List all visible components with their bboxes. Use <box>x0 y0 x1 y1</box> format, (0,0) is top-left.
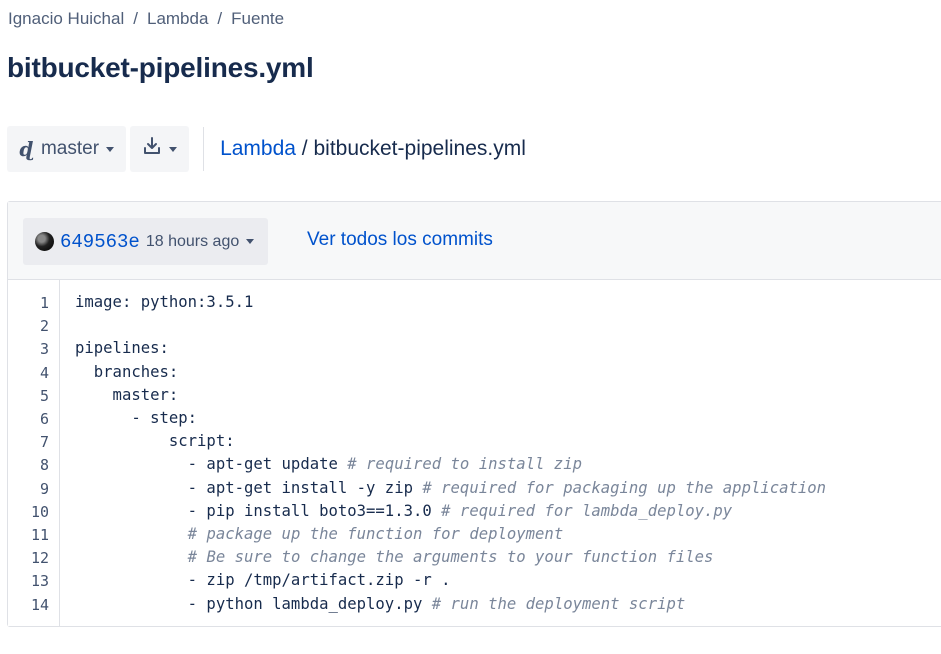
chevron-down-icon <box>169 146 178 152</box>
line-number[interactable]: 6 <box>40 410 49 428</box>
download-button[interactable] <box>130 126 190 172</box>
chevron-down-icon <box>246 239 255 244</box>
code-text: script: <box>75 432 235 451</box>
branch-label: master <box>40 138 100 159</box>
code-text: - zip /tmp/artifact.zip -r . <box>75 571 451 590</box>
code-comment: # required for packaging up the applicat… <box>422 478 827 497</box>
breadcrumb-repo[interactable]: Lambda <box>147 9 208 28</box>
file-path: Lambda / bitbucket-pipelines.yml <box>220 137 526 161</box>
page-title: bitbucket-pipelines.yml <box>7 52 314 83</box>
code-line: image: python:3.5.1 <box>75 293 253 311</box>
breadcrumb-source[interactable]: Fuente <box>231 9 284 28</box>
code-text: - apt-get update <box>75 455 348 474</box>
code-comment: # required to install zip <box>347 455 582 474</box>
code-line: - apt-get update # required to install z… <box>75 455 582 473</box>
file-toolbar: ɖ master Lambda / bitbucket-pipelines.ym… <box>7 126 526 172</box>
code-line: # Be sure to change the arguments to you… <box>75 548 714 567</box>
toolbar-divider <box>203 127 205 171</box>
view-all-commits-link[interactable]: Ver todos los commits <box>307 229 493 251</box>
line-number[interactable]: 12 <box>31 549 49 567</box>
code-text: - step: <box>75 409 198 427</box>
file-path-filename: bitbucket-pipelines.yml <box>313 137 526 160</box>
code-line: branches: <box>75 362 179 381</box>
code-view: 1 2 3 4 5 6 7 8 9 10 11 12 13 14 image: python:3.5.1 p… <box>8 280 941 626</box>
code-line: - python lambda_deploy.py # run the depl… <box>75 594 686 613</box>
file-viewer-panel: 649563e 18 hours ago Ver todos los commi… <box>7 201 941 627</box>
line-number[interactable]: 7 <box>40 433 49 451</box>
code-line: - pip install boto3==1.3.0 # required fo… <box>75 501 733 520</box>
line-number[interactable]: 2 <box>40 317 49 335</box>
code-text: branches: <box>75 362 179 381</box>
breadcrumb-separator: / <box>133 9 138 28</box>
line-number[interactable]: 11 <box>31 526 49 544</box>
line-number-gutter: 1 2 3 4 5 6 7 8 9 10 11 12 13 14 <box>8 280 60 626</box>
line-number[interactable]: 3 <box>40 340 49 358</box>
code-text: - apt-get install -y zip <box>75 478 423 497</box>
chevron-down-icon <box>106 146 115 152</box>
breadcrumb-user[interactable]: Ignacio Huichal <box>8 9 124 28</box>
code-line: script: <box>75 432 235 450</box>
branch-selector-button[interactable]: ɖ master <box>7 126 127 172</box>
code-comment: # run the deployment script <box>431 594 686 613</box>
line-number[interactable]: 4 <box>40 364 49 382</box>
breadcrumb: Ignacio Huichal / Lambda / Fuente <box>8 9 284 29</box>
code-comment: # Be sure to change the arguments to you… <box>187 548 714 567</box>
commit-selector-button[interactable]: 649563e 18 hours ago <box>23 218 269 265</box>
file-path-repo-link[interactable]: Lambda <box>220 137 296 160</box>
avatar <box>35 232 54 251</box>
line-number[interactable]: 9 <box>40 480 49 498</box>
line-number[interactable]: 14 <box>31 596 49 614</box>
code-line: pipelines: <box>75 339 169 357</box>
commit-hash: 649563e <box>60 230 140 253</box>
code-text: image: python:3.5.1 <box>75 293 254 311</box>
code-text: master: <box>75 385 179 404</box>
code-comment: # package up the function for deployment <box>187 525 564 543</box>
line-number[interactable]: 10 <box>31 503 49 521</box>
line-number[interactable]: 13 <box>31 572 49 590</box>
file-path-separator: / <box>295 137 314 160</box>
code-comment: # required for lambda_deploy.py <box>441 501 733 520</box>
code-line: - zip /tmp/artifact.zip -r . <box>75 571 451 589</box>
code-text: - pip install boto3==1.3.0 <box>75 501 442 520</box>
breadcrumb-separator: / <box>217 9 223 28</box>
commit-time: 18 hours ago <box>145 232 240 250</box>
download-icon <box>142 136 162 162</box>
code-line: - step: <box>75 409 197 427</box>
code-line: # package up the function for deployment <box>75 525 564 543</box>
code-text: pipelines: <box>75 339 169 358</box>
line-number[interactable]: 8 <box>40 456 49 474</box>
code-line: master: <box>75 385 179 404</box>
line-number[interactable]: 5 <box>40 387 49 405</box>
line-number[interactable]: 1 <box>40 294 49 312</box>
file-viewer-header: 649563e 18 hours ago Ver todos los commi… <box>8 202 941 280</box>
branch-icon: ɖ <box>19 137 33 161</box>
code-text: - python lambda_deploy.py <box>75 594 432 613</box>
code-line: - apt-get install -y zip # required for … <box>75 479 826 497</box>
